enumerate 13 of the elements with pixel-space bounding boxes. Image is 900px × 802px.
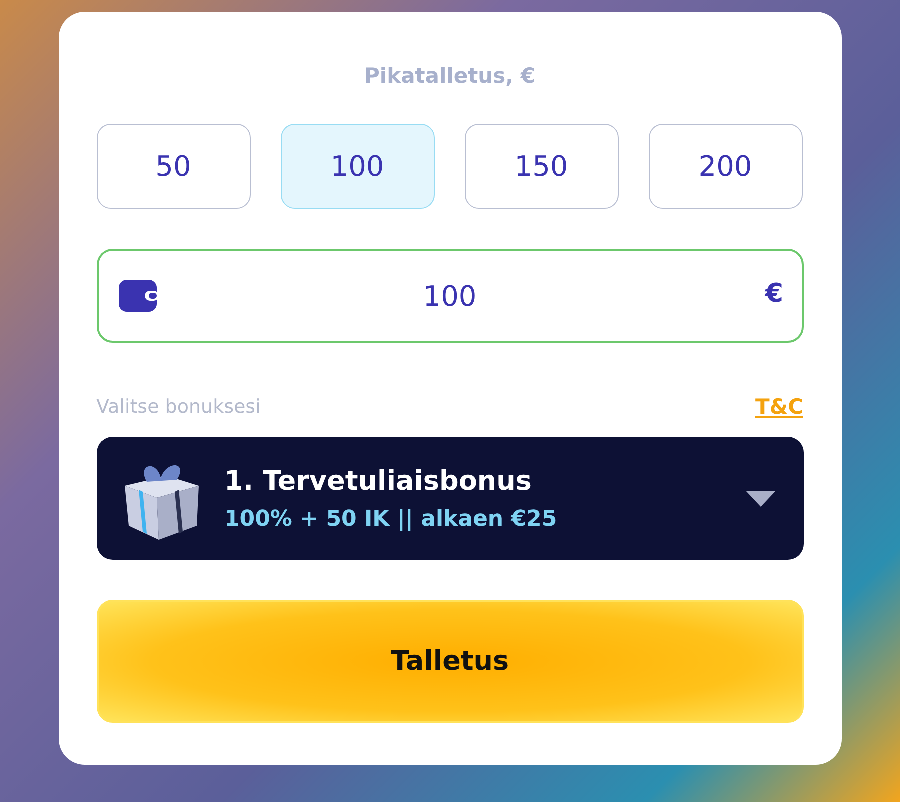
- quick-deposit-title: Pikatalletus, €: [364, 64, 536, 88]
- caret-icon: [746, 490, 776, 506]
- bonus-details: 100% + 50 IK || alkaen €25: [224, 506, 558, 532]
- amount-option[interactable]: 100: [280, 124, 434, 209]
- amount-option[interactable]: 200: [648, 124, 802, 209]
- bonus-label: Valitse bonuksesi: [96, 396, 261, 418]
- wallet-icon: [118, 280, 158, 312]
- bonus-title: 1. Tervetuliaisbonus: [224, 466, 533, 496]
- deposit-button[interactable]: Talletus: [96, 600, 804, 723]
- bonus-dropdown[interactable]: 1. Tervetuliaisbonus 100% + 50 IK || alkaen €25: [96, 437, 804, 560]
- currency-symbol: €: [765, 279, 784, 309]
- amount-option[interactable]: 150: [464, 124, 618, 209]
- amount-option[interactable]: 50: [96, 124, 250, 209]
